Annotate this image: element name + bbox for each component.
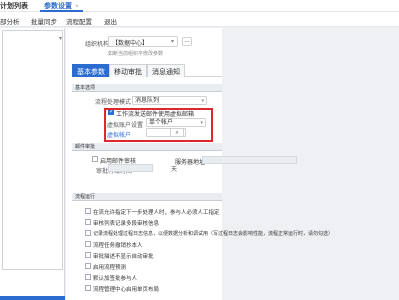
org-more-button[interactable]: ... — [182, 37, 192, 46]
run-option-label: 启用流程预测 — [93, 265, 127, 271]
run-option-checkbox[interactable] — [85, 285, 91, 291]
run-option-label: 在流允许指定下一步处理人时，参与人必须人工指定 — [93, 210, 220, 216]
tab-basic-params[interactable]: 基本参数 — [72, 64, 110, 77]
close-icon[interactable]: × — [75, 4, 79, 10]
run-option-checkbox[interactable] — [85, 219, 91, 225]
day-unit-label: 天 — [171, 167, 178, 173]
run-option-label: 审核列表记录多段审核信息 — [93, 221, 160, 227]
run-option-checkbox[interactable] — [85, 274, 91, 280]
run-option-checkbox[interactable] — [85, 252, 91, 258]
run-option-label: 记录流程处理过程日志信息，以便数据分析和调试用（写过程日志会影响性能，流程正常运… — [93, 231, 334, 237]
run-option-label: 流程管理中心启用单页布局 — [93, 287, 160, 293]
server-address-label: 服务器地址 — [175, 160, 206, 166]
mode-label: 流程处理模式 — [95, 100, 132, 106]
mode-select-value: 消息队列 — [135, 98, 160, 104]
tab-parameter-settings[interactable]: 参数设置 × — [40, 0, 83, 12]
toolbar-batch-sync-button[interactable]: 批量同步 — [31, 16, 57, 26]
section-basic-options: 基本选项 — [72, 84, 222, 92]
org-hint: 如断当前组织平修改参数 — [108, 51, 164, 57]
mail-enable-checkbox[interactable] — [92, 156, 98, 162]
top-tab-bar: 计划列表 参数设置 × — [0, 0, 399, 12]
run-option-checkbox[interactable] — [85, 263, 91, 269]
toolbar-flow-config-button[interactable]: 流程配置 — [66, 16, 92, 26]
tab-label: 参数设置 — [44, 3, 72, 10]
toolbar-analysis-button[interactable]: 部分析 — [0, 16, 20, 26]
run-option-checkbox[interactable] — [85, 208, 91, 214]
server-address-input[interactable] — [202, 156, 297, 164]
left-tree-panel: ▾ — [0, 28, 65, 300]
sub-tabs: 基本参数 移动审批 消息通知 — [72, 64, 222, 77]
toolbar-exit-button[interactable]: 退出 — [104, 16, 117, 26]
org-label: 组织机构 — [85, 42, 110, 48]
approval-period-input[interactable] — [108, 164, 153, 172]
run-option-checkbox[interactable] — [85, 241, 91, 247]
section-mail-approval: 邮件审批 — [72, 143, 222, 151]
org-select-value: 【数据中心】 — [112, 41, 149, 47]
mode-select[interactable]: 消息队列 ▾ — [132, 96, 207, 105]
tab-mobile-approval[interactable]: 移动审批 — [109, 64, 147, 77]
tab-message-notify[interactable]: 消息通知 — [147, 64, 185, 77]
run-option-label: 默认加签批参与人 — [93, 276, 138, 282]
tab-plan-list[interactable]: 计划列表 — [0, 1, 28, 11]
section-flow-run: 流程运行 — [72, 193, 222, 201]
highlight-box — [104, 108, 213, 142]
run-option-checkbox[interactable] — [85, 230, 91, 236]
chevron-down-icon: ▾ — [201, 98, 204, 104]
run-option-label: 审批描述不显示自动审批 — [93, 254, 154, 260]
chevron-down-icon: ▾ — [170, 39, 174, 45]
org-select[interactable]: 【数据中心】 ▾ — [108, 36, 178, 47]
chevron-down-icon[interactable]: ▾ — [59, 35, 62, 42]
toolbar: 部分析 批量同步 流程配置 退出 — [0, 12, 399, 27]
tree-selected-row[interactable] — [0, 296, 65, 300]
tree-box[interactable]: ▾ — [2, 30, 63, 270]
run-option-label: 流程任务撤销抄本人 — [93, 243, 143, 249]
